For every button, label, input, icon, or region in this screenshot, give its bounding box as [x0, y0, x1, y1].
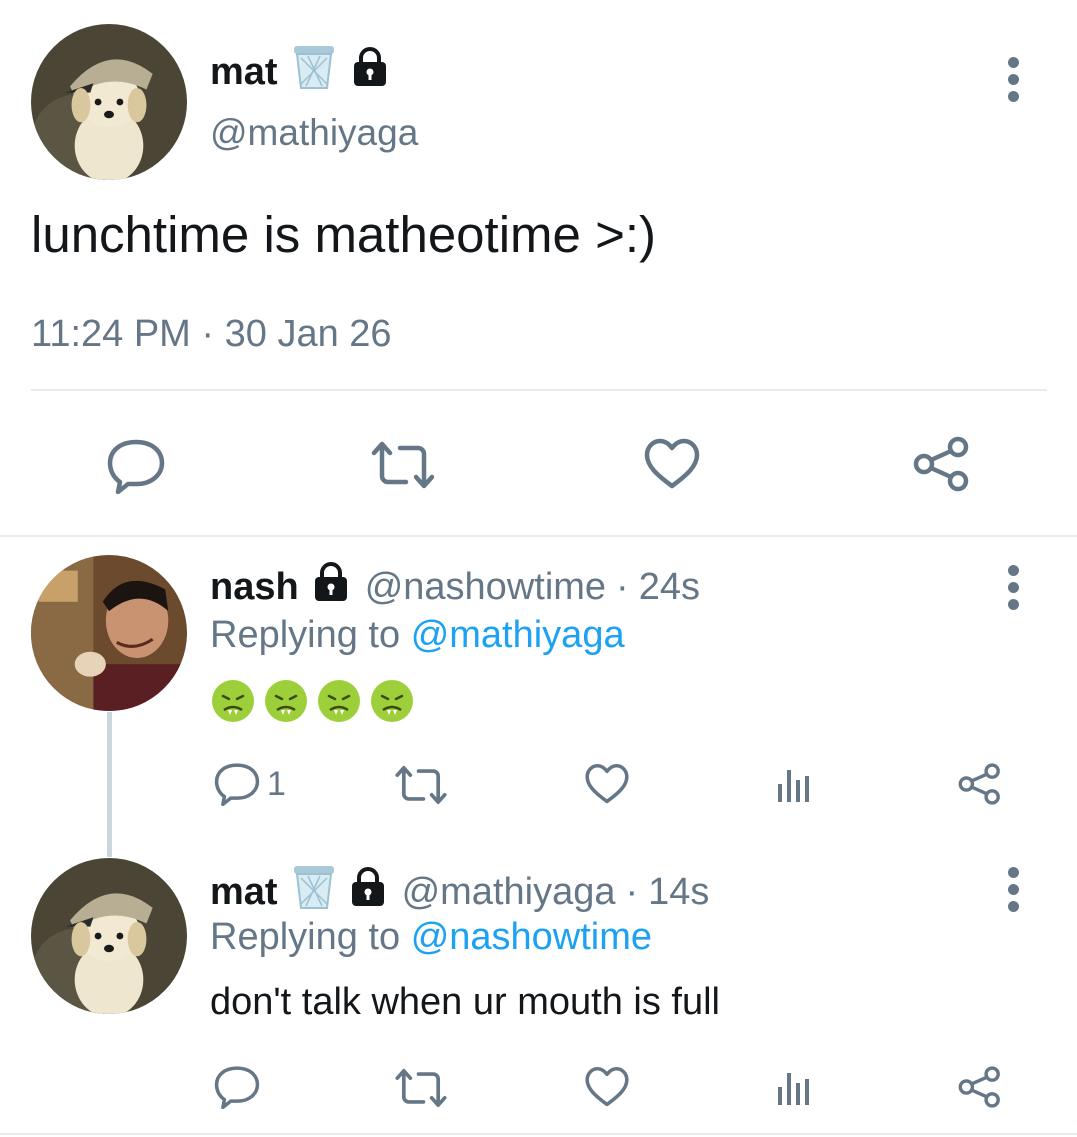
tweet-time[interactable]: 11:24 PM [31, 313, 191, 355]
section-divider [0, 535, 1077, 537]
divider [31, 389, 1047, 391]
display-name[interactable]: mat [210, 871, 278, 914]
replying-to: Replying to @nashowtime [210, 916, 652, 959]
handle[interactable]: @nashowtime [365, 566, 606, 609]
wastebasket-icon [292, 864, 336, 920]
replying-to-handle[interactable]: @mathiyaga [411, 614, 625, 656]
more-icon[interactable] [998, 57, 1028, 102]
replying-label: Replying to [210, 916, 401, 958]
main-tweet-header: mat [210, 44, 390, 100]
heart-icon [585, 763, 629, 804]
handle[interactable]: @mathiyaga [402, 871, 616, 914]
like-button[interactable] [643, 438, 701, 490]
separator: · [616, 565, 629, 608]
reply-icon [214, 1066, 260, 1109]
bottom-divider [0, 1133, 1077, 1135]
avatar-mat[interactable] [31, 858, 187, 1014]
reply-2-header: mat @mathiyaga · 14s [210, 864, 709, 920]
lock-icon [348, 867, 388, 917]
retweet-icon [371, 441, 435, 489]
display-name[interactable]: nash [210, 566, 299, 609]
lock-icon [311, 562, 351, 612]
reply-1-header: nash @nashowtime · 24s [210, 562, 700, 612]
tweet-timestamp: 11:24 PM · 30 Jan 26 [31, 313, 392, 356]
avatar-mat[interactable] [31, 24, 187, 180]
reply-button[interactable]: 1 [213, 762, 286, 806]
more-icon[interactable] [998, 867, 1028, 912]
nauseated-face-emoji [316, 678, 362, 724]
tweet-date[interactable]: 30 Jan 26 [225, 313, 392, 355]
retweet-button[interactable] [394, 1067, 448, 1109]
share-icon [958, 1066, 1000, 1108]
share-button[interactable] [957, 1065, 1003, 1109]
reply-icon [107, 439, 165, 494]
analytics-button[interactable] [776, 1069, 812, 1107]
replying-to-handle[interactable]: @nashowtime [411, 916, 652, 958]
retweet-icon [395, 1068, 447, 1108]
reply-age[interactable]: 24s [639, 566, 700, 609]
nauseated-face-emoji [369, 678, 415, 724]
separator: · [625, 870, 639, 913]
share-icon [913, 436, 969, 492]
analytics-icon [778, 770, 809, 802]
reply-text: don't talk when ur mouth is full [210, 981, 720, 1023]
timestamp-separator: · [201, 313, 215, 355]
analytics-icon [778, 1073, 809, 1105]
heart-icon [585, 1066, 629, 1107]
tweet-text: lunchtime is matheotime >:) [31, 206, 656, 263]
display-name[interactable]: mat [210, 51, 278, 94]
handle[interactable]: @mathiyaga [210, 112, 418, 154]
lock-icon [350, 47, 390, 97]
more-icon[interactable] [998, 565, 1028, 610]
avatar-nash[interactable] [31, 555, 187, 711]
retweet-icon [395, 765, 447, 805]
reply-button[interactable] [213, 1065, 261, 1109]
like-button[interactable] [584, 763, 630, 805]
retweet-button[interactable] [394, 764, 448, 806]
replying-label: Replying to [210, 614, 401, 656]
reply-1-emojis [210, 678, 422, 724]
analytics-button[interactable] [776, 766, 812, 804]
share-button[interactable] [957, 762, 1003, 806]
replying-to: Replying to @mathiyaga [210, 614, 625, 657]
retweet-button[interactable] [370, 440, 436, 490]
share-button[interactable] [912, 435, 972, 493]
reply-icon [214, 763, 260, 806]
reply-count: 1 [267, 764, 286, 803]
reply-age[interactable]: 14s [648, 871, 709, 914]
heart-icon [644, 438, 700, 489]
like-button[interactable] [584, 1066, 630, 1108]
nauseated-face-emoji [263, 678, 309, 724]
nauseated-face-emoji [210, 678, 256, 724]
share-icon [958, 763, 1000, 805]
wastebasket-icon [292, 44, 336, 100]
thread-connector [107, 712, 112, 857]
reply-button[interactable] [106, 438, 166, 494]
